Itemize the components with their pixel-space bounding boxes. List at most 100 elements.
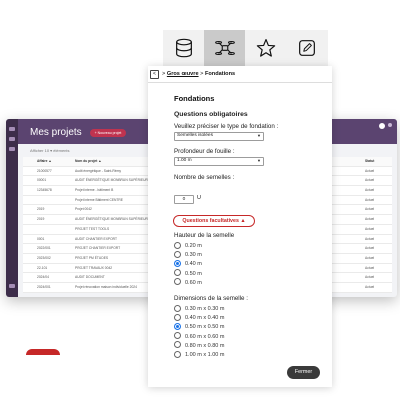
footing-height-option[interactable]: 0.20 m bbox=[174, 241, 202, 250]
tab-drone[interactable] bbox=[204, 30, 245, 66]
radio-unchecked-icon[interactable] bbox=[174, 278, 181, 286]
radio-checked-icon[interactable] bbox=[174, 322, 181, 330]
footing-dimension-option-label: 0.40 m x 0.40 m bbox=[185, 315, 225, 322]
radio-unchecked-icon[interactable] bbox=[174, 304, 181, 312]
project-id: 2024/04 bbox=[37, 275, 49, 280]
submit-button[interactable] bbox=[26, 349, 60, 355]
project-id: 2019 bbox=[37, 207, 45, 212]
project-status[interactable]: Actuel bbox=[365, 225, 374, 234]
radio-unchecked-icon[interactable] bbox=[174, 341, 181, 349]
project-status[interactable]: Actuel bbox=[365, 273, 374, 282]
project-name: AUDIT ÉNERGÉTIQUE MONBRUN SUPÉRIEUR bbox=[75, 178, 148, 183]
footing-height-option[interactable]: 0.60 m bbox=[174, 278, 202, 287]
app-sidebar bbox=[6, 119, 18, 297]
radio-unchecked-icon[interactable] bbox=[174, 250, 181, 258]
breadcrumb-link-gros-oeuvre[interactable]: Gros œuvre bbox=[167, 71, 199, 77]
footing-height-option-label: 0.20 m bbox=[185, 243, 202, 249]
foundation-type-value: Semelles isolées bbox=[177, 133, 213, 138]
breadcrumb-current: Fondations bbox=[204, 71, 236, 77]
project-name: AUDIT DOCUMENT bbox=[75, 275, 105, 280]
project-status[interactable]: Actuel bbox=[365, 176, 374, 185]
footing-dimensions-label: Dimensions de la semelle : bbox=[174, 295, 248, 302]
project-status[interactable]: Actuel bbox=[365, 244, 374, 253]
tab-edit[interactable] bbox=[286, 30, 327, 66]
project-name: PROJET TEST TOOLS bbox=[75, 226, 110, 231]
project-name: Projet rénovation maison individuelle 20… bbox=[75, 284, 137, 289]
project-status[interactable]: Actuel bbox=[365, 264, 374, 273]
star-icon bbox=[256, 38, 275, 57]
footing-height-label: Hauteur de la semelle bbox=[174, 232, 235, 239]
new-project-button[interactable]: + Nouveau projet bbox=[90, 129, 126, 137]
column-header[interactable]: Affaire ▲ bbox=[37, 157, 52, 166]
project-status[interactable]: Actuel bbox=[365, 215, 374, 224]
sidebar-icon[interactable] bbox=[9, 284, 15, 288]
close-button[interactable]: Fermer bbox=[287, 366, 320, 379]
footing-dimension-option[interactable]: 0.60 m x 0.60 m bbox=[174, 332, 224, 341]
column-header[interactable]: Statut bbox=[365, 157, 374, 166]
sidebar-icon[interactable] bbox=[9, 137, 15, 141]
app-title: Mes projets bbox=[30, 127, 82, 138]
radio-unchecked-icon[interactable] bbox=[174, 332, 181, 340]
drone-icon bbox=[214, 41, 235, 55]
depth-label: Profondeur de fouille : bbox=[174, 148, 235, 155]
breadcrumb-separator: > bbox=[200, 71, 204, 77]
project-id: 22-101 bbox=[37, 265, 48, 270]
footing-dimension-option-label: 1.00 m x 1.00 m bbox=[185, 352, 225, 358]
footing-count-unit: U bbox=[197, 195, 201, 201]
chevron-down-icon: ▼ bbox=[257, 133, 261, 138]
footing-height-option-label: 0.40 m bbox=[185, 261, 202, 268]
project-name: AUDIT ÉNERGÉTIQUE MONBRUN SUPÉRIEUR bbox=[75, 217, 148, 222]
radio-unchecked-icon[interactable] bbox=[174, 241, 181, 249]
project-id: 2023/002 bbox=[37, 255, 51, 260]
project-name: Projet interne - bâtiment B bbox=[75, 188, 114, 193]
footing-dimension-option[interactable]: 0.80 m x 0.80 m bbox=[174, 341, 224, 350]
project-status[interactable]: Actuel bbox=[365, 254, 374, 263]
radio-unchecked-icon[interactable] bbox=[174, 313, 181, 321]
footing-height-option[interactable]: 0.50 m bbox=[174, 269, 202, 278]
tab-database[interactable] bbox=[163, 30, 204, 66]
sidebar-icon[interactable] bbox=[9, 127, 15, 131]
project-status[interactable]: Actuel bbox=[365, 186, 374, 195]
project-status[interactable]: Actuel bbox=[365, 205, 374, 214]
project-status[interactable]: Actuel bbox=[365, 235, 374, 244]
project-id: 12345678 bbox=[37, 188, 52, 193]
footing-height-option-label: 0.50 m bbox=[185, 270, 202, 277]
breadcrumb: < > Gros œuvre > Fondations bbox=[148, 66, 332, 83]
tab-favorites[interactable] bbox=[245, 30, 286, 66]
user-avatar[interactable] bbox=[379, 123, 385, 129]
footing-dimension-option[interactable]: 0.30 m x 0.30 m bbox=[174, 304, 224, 313]
footing-dimension-option[interactable]: 1.00 m x 1.00 m bbox=[174, 350, 225, 359]
footing-height-option-label: 0.60 m bbox=[185, 279, 202, 286]
footing-dimension-option-label: 0.50 m x 0.50 m bbox=[185, 324, 225, 331]
project-status[interactable]: Actuel bbox=[365, 196, 374, 205]
column-header[interactable]: Nom du projet ▲ bbox=[75, 157, 102, 166]
footing-count-input[interactable]: 0 bbox=[174, 195, 194, 204]
breadcrumb-separator: > bbox=[162, 71, 166, 77]
footing-dimension-option[interactable]: 0.40 m x 0.40 m bbox=[174, 313, 225, 322]
project-name: AUDIT CHANTIER EXPORT bbox=[75, 236, 118, 241]
project-id: 2019 bbox=[37, 217, 45, 222]
project-name: PROJET CHANTIER EXPORT bbox=[75, 246, 121, 251]
project-status[interactable]: Actuel bbox=[365, 167, 374, 176]
project-name: Projet 0042 bbox=[75, 207, 92, 212]
radio-checked-icon[interactable] bbox=[174, 259, 181, 267]
foundation-panel: < > Gros œuvre > Fondations Fondations Q… bbox=[148, 66, 332, 387]
back-icon[interactable]: < bbox=[150, 70, 159, 79]
depth-select[interactable]: 1.00 m ▼ bbox=[174, 157, 264, 166]
foundation-type-label: Veuillez préciser le type de fondation : bbox=[174, 123, 279, 130]
project-status[interactable]: Actuel bbox=[365, 283, 374, 292]
project-name: Audit énergétique - Saint-Rémy bbox=[75, 168, 121, 173]
footing-dimension-option[interactable]: 0.50 m x 0.50 m bbox=[174, 322, 225, 331]
radio-unchecked-icon[interactable] bbox=[174, 350, 181, 358]
footing-height-option[interactable]: 0.40 m bbox=[174, 259, 202, 268]
chevron-down-icon: ▼ bbox=[257, 158, 261, 163]
sidebar-icon[interactable] bbox=[9, 147, 15, 151]
footing-height-option[interactable]: 0.30 m bbox=[174, 250, 202, 259]
optional-questions-toggle[interactable]: Questions facultatives ▲ bbox=[173, 215, 255, 227]
radio-unchecked-icon[interactable] bbox=[174, 269, 181, 277]
foundation-type-select[interactable]: Semelles isolées ▼ bbox=[174, 132, 264, 141]
settings-icon[interactable] bbox=[388, 123, 392, 127]
depth-value: 1.00 m bbox=[177, 158, 192, 163]
required-questions-title: Questions obligatoires bbox=[174, 111, 248, 118]
page-size-select[interactable]: Afficher 10 ▾ éléments bbox=[30, 148, 70, 153]
